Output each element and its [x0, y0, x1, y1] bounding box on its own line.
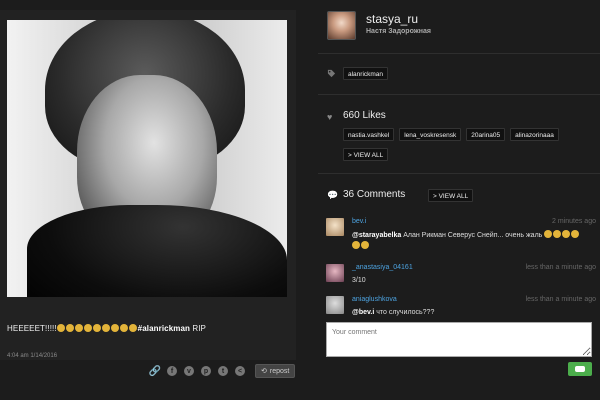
comment-body: 3/10	[352, 277, 366, 284]
comment-mention[interactable]: @bev.i	[352, 309, 374, 316]
comment-time: less than a minute ago	[525, 264, 596, 271]
comment-text: @starayabelka Алан Рикман Северус Снейп.…	[352, 230, 588, 252]
divider	[318, 53, 600, 54]
divider	[318, 94, 600, 95]
comment-body: что случилось???	[374, 309, 435, 316]
author-username[interactable]: stasya_ru	[366, 12, 418, 26]
comment-item: bev.i 2 minutes ago @starayabelka Алан Р…	[326, 218, 596, 258]
comments-view-all-button[interactable]: > VIEW ALL	[428, 189, 474, 202]
comment-avatar[interactable]	[326, 218, 344, 236]
comment-username[interactable]: bev.i	[352, 218, 366, 225]
emoji-icon	[92, 324, 101, 332]
likes-view-all-button[interactable]: > VIEW ALL	[343, 148, 389, 161]
liker-chip[interactable]: nastia.vashkel	[343, 128, 395, 141]
share-row: 🔗 f v p t < ⟲ repost	[149, 364, 296, 378]
pinterest-icon[interactable]: p	[201, 366, 211, 376]
comment-username[interactable]: aniaglushkova	[352, 296, 397, 303]
comment-input[interactable]	[326, 322, 592, 357]
author-full-name: Настя Задорожная	[366, 28, 431, 35]
emoji-icon	[119, 324, 128, 332]
comment-time: less than a minute ago	[525, 296, 596, 303]
share-icon[interactable]: <	[235, 366, 245, 376]
comment-text: @bev.i что случилось???	[352, 308, 588, 318]
caption-hashtag[interactable]: #alanrickman	[138, 324, 190, 333]
author-avatar[interactable]	[327, 11, 356, 40]
facebook-icon[interactable]: f	[167, 366, 177, 376]
heart-icon: ♥	[327, 112, 333, 122]
send-icon	[575, 366, 585, 372]
vk-icon[interactable]: v	[184, 366, 194, 376]
post-caption: HEEEEET!!!!! #alanrickman RIP	[7, 324, 206, 333]
comment-icon: 💬	[327, 190, 339, 200]
post-date: 4:04 am 1/14/2016	[7, 353, 58, 359]
comment-item: _anastasiya_04161 less than a minute ago…	[326, 264, 596, 290]
likes-count: 660 Likes	[343, 110, 386, 121]
comment-username[interactable]: _anastasiya_04161	[352, 264, 413, 271]
caption-tail: RIP	[190, 324, 206, 333]
emoji-icon	[83, 324, 92, 332]
comment-time: 2 minutes ago	[552, 218, 596, 225]
emoji-icon	[56, 324, 65, 332]
likers-list: nastia.vashkel lena_voskresensk 20arina0…	[343, 128, 559, 141]
tag-icon	[327, 69, 336, 78]
repost-button[interactable]: ⟲ repost	[255, 364, 296, 378]
liker-chip[interactable]: alinazorinaaa	[510, 128, 559, 141]
liker-chip[interactable]: 20arina05	[466, 128, 506, 141]
divider	[318, 173, 600, 174]
tag-chip[interactable]: alanrickman	[343, 67, 389, 80]
comment-body: Алан Рикман Северус Снейп... очень жаль	[401, 232, 543, 239]
comment-item: aniaglushkova less than a minute ago @be…	[326, 296, 596, 320]
comment-mention[interactable]: @starayabelka	[352, 232, 401, 239]
emoji-icon	[65, 324, 74, 332]
repost-icon: ⟲	[261, 368, 267, 375]
comment-text: 3/10	[352, 276, 588, 286]
link-icon[interactable]: 🔗	[149, 366, 161, 377]
post-photo[interactable]	[7, 20, 287, 297]
comment-avatar[interactable]	[326, 264, 344, 282]
liker-chip[interactable]: lena_voskresensk	[399, 128, 462, 141]
caption-text: HEEEEET!!!!!	[7, 324, 57, 333]
send-comment-button[interactable]	[568, 362, 592, 376]
repost-label: repost	[269, 367, 290, 375]
details-panel: stasya_ru Настя Задорожная alanrickman ♥…	[318, 0, 600, 400]
emoji-icon	[128, 324, 137, 332]
post-panel: HEEEEET!!!!! #alanrickman RIP 4:04 am 1/1…	[0, 10, 296, 360]
comments-count: 36 Comments	[343, 189, 406, 200]
comment-avatar[interactable]	[326, 296, 344, 314]
emoji-icon	[101, 324, 110, 332]
caption-emojis	[56, 324, 138, 333]
emoji-icon	[110, 324, 119, 332]
emoji-icon	[74, 324, 83, 332]
tumblr-icon[interactable]: t	[218, 366, 228, 376]
